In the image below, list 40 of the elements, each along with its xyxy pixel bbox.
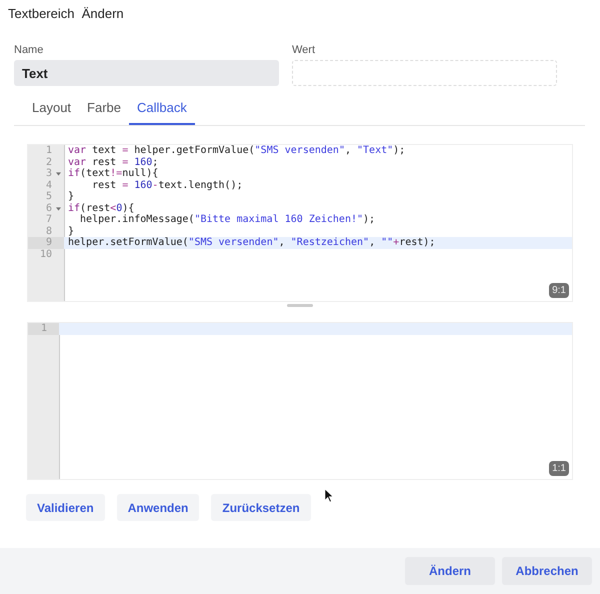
code-line: var text = helper.getFormValue("SMS versenden", "Text"); [67, 145, 406, 156]
tab[interactable]: Callback [129, 94, 195, 125]
line-number: 7 [46, 214, 52, 226]
line-number: 10 [40, 248, 52, 260]
footer-button[interactable]: Abbrechen [502, 557, 592, 585]
input-field[interactable] [292, 60, 557, 86]
code-editor[interactable] [27, 144, 573, 302]
line-number: 2 [46, 156, 52, 168]
code-line: var rest = 160; [67, 156, 158, 168]
fold-arrow-icon[interactable] [56, 172, 61, 176]
resize-handle[interactable] [287, 304, 313, 307]
code-editor[interactable]: 1 1:1 [27, 322, 573, 480]
action-button[interactable]: Validieren [26, 494, 105, 521]
line-number: 4 [46, 180, 52, 191]
action-button[interactable]: Zurücksetzen [211, 494, 311, 521]
line-number: 9 [46, 237, 52, 248]
line-number: 6 [46, 202, 52, 214]
tab[interactable]: Layout [24, 94, 80, 125]
fold-arrow-icon[interactable] [56, 206, 61, 210]
code-line: if(text!=null){ [67, 168, 158, 180]
dialog-title: Textbereich Ändern [8, 6, 124, 21]
line-number: 3 [46, 168, 52, 180]
code-line: } [67, 226, 74, 237]
code-line: } [67, 191, 74, 202]
line-number: 1 [40, 323, 47, 334]
code-line: helper.infoMessage("Bitte maximal 160 Zeichen!"); [79, 214, 376, 226]
footer-button[interactable]: Ändern [405, 557, 495, 585]
field-label: Name [14, 44, 44, 56]
mouse-pointer-icon [324, 488, 334, 503]
code-line: if(rest<0){ [67, 202, 134, 214]
field-label: Wert [292, 44, 316, 56]
code-line: helper.setFormValue("SMS versenden", "Restzeichen", ""+rest); [67, 237, 436, 248]
line-number: 5 [46, 191, 52, 202]
cursor-position-badge: 1:1 [549, 461, 569, 476]
tab[interactable]: Farbe [79, 94, 130, 125]
code-line: rest = 160-text.length(); [91, 180, 243, 191]
line-number: 1 [46, 145, 52, 156]
line-number: 8 [46, 226, 52, 237]
cursor-position-badge: 9:1 [549, 283, 569, 298]
action-button[interactable]: Anwenden [116, 494, 200, 521]
